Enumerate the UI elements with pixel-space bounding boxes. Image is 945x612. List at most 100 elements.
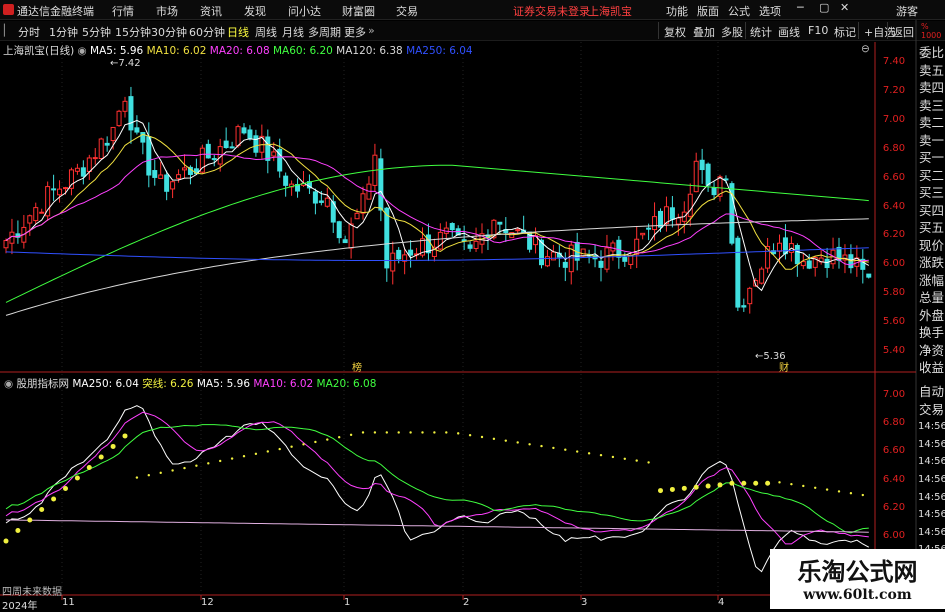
side-label[interactable]: 卖四 xyxy=(918,80,945,96)
breakthrough-dot xyxy=(647,461,650,464)
candle-body xyxy=(658,210,663,228)
candle-body xyxy=(562,261,568,268)
candle-body xyxy=(86,157,92,172)
candle-body xyxy=(384,207,390,269)
side-label[interactable]: 买二 xyxy=(918,168,945,184)
price-chart-canvas[interactable] xyxy=(0,0,945,609)
side-label[interactable]: 涨跌 xyxy=(918,255,945,271)
candle-body xyxy=(628,255,634,265)
breakthrough-dot xyxy=(564,448,567,451)
candle-body xyxy=(63,187,68,190)
side-label[interactable]: 14:56 xyxy=(918,419,945,435)
side-label[interactable]: 外盘 xyxy=(918,308,945,324)
side-label[interactable]: 总量 xyxy=(918,290,945,306)
finance-marker[interactable]: 财 xyxy=(779,359,789,374)
time-label: 3 xyxy=(581,597,588,608)
settings-icon[interactable]: ⊖ xyxy=(861,43,870,55)
sub-ma20-line xyxy=(5,424,869,534)
candle-body xyxy=(283,175,289,186)
side-label[interactable]: 14:56 xyxy=(918,507,945,523)
side-label[interactable]: 卖五 xyxy=(918,63,945,79)
breakthrough-dot xyxy=(492,437,496,441)
side-label[interactable]: 14:56 xyxy=(918,454,945,470)
candle-body xyxy=(699,159,705,171)
candle-body xyxy=(741,305,747,308)
breakthrough-dot xyxy=(421,431,424,434)
side-label[interactable]: 14:56 xyxy=(918,490,945,506)
side-label[interactable]: 净资 xyxy=(918,343,945,359)
side-label[interactable]: 买一 xyxy=(918,150,945,166)
side-label[interactable]: 换手 xyxy=(918,325,945,341)
side-label[interactable]: 现价 xyxy=(918,238,945,254)
breakthrough-dot xyxy=(397,431,400,434)
breakthrough-dot xyxy=(171,469,174,472)
side-label[interactable]: 卖二 xyxy=(918,115,945,131)
side-label[interactable]: 买五 xyxy=(918,220,945,236)
sub-chart-title-row: ◉ 股朋指标网 MA250: 6.04 突线: 6.26 MA5: 5.96 M… xyxy=(4,376,376,391)
chart-tools-icons[interactable]: ⊖ xyxy=(861,43,870,55)
time-label: 4 xyxy=(718,597,725,608)
candle-body xyxy=(199,147,205,173)
high-price-value: 7.42 xyxy=(118,58,141,69)
breakthrough-dot xyxy=(349,433,353,437)
legend-item: MA250: 6.04 xyxy=(406,45,473,57)
side-label[interactable]: 14:56 xyxy=(918,525,945,541)
candle-body xyxy=(449,223,455,231)
candle-body xyxy=(354,212,360,220)
candle-body xyxy=(747,287,753,305)
candle-body xyxy=(74,167,80,172)
candle-body xyxy=(598,260,604,268)
breakthrough-dot xyxy=(373,431,377,434)
collapse-icon[interactable]: ◉ xyxy=(78,45,91,57)
breakthrough-dot xyxy=(576,450,579,453)
sub-legend: MA250: 6.04 突线: 6.26 MA5: 5.96 MA10: 6.0… xyxy=(72,378,376,390)
breakthrough-dot xyxy=(528,443,531,446)
price-tick: 6.20 xyxy=(882,229,906,241)
breakthrough-dot xyxy=(207,462,210,465)
breakthrough-dot xyxy=(802,484,805,488)
candle-body xyxy=(640,232,646,236)
side-label[interactable]: 涨幅 xyxy=(918,273,945,289)
side-label[interactable]: 14:56 xyxy=(918,437,945,453)
candle-body xyxy=(152,170,158,178)
legend-item: MA120: 6.38 xyxy=(336,45,407,57)
candle-body xyxy=(777,242,782,252)
breakthrough-dot xyxy=(516,441,519,444)
breakthrough-dot xyxy=(314,440,317,444)
candle-body xyxy=(622,256,628,262)
side-label[interactable]: 交易 xyxy=(918,402,945,418)
side-label[interactable]: 买三 xyxy=(918,185,945,201)
indicator-icon[interactable]: ◉ xyxy=(4,378,17,390)
watermark-url: www.60lt.com xyxy=(803,587,912,603)
time-label: 12 xyxy=(201,597,214,608)
sub-baseline xyxy=(5,519,869,533)
breakthrough-dot xyxy=(290,445,293,448)
side-label[interactable]: 收益 xyxy=(918,360,945,376)
candle-body xyxy=(348,223,354,249)
breakthrough-dot xyxy=(669,486,675,492)
side-label[interactable]: 卖一 xyxy=(918,133,945,149)
breakthrough-dot xyxy=(433,431,436,434)
breakthrough-dot xyxy=(658,488,663,494)
side-label[interactable]: 14:56 xyxy=(918,472,945,488)
side-label[interactable]: 买四 xyxy=(918,203,945,219)
candle-body xyxy=(806,260,812,269)
candle-body xyxy=(223,140,229,149)
breakthrough-dot xyxy=(15,528,21,534)
breakthrough-dot xyxy=(837,490,841,493)
price-tick: 6.60 xyxy=(882,171,906,183)
time-label: 11 xyxy=(62,597,75,608)
candle-body xyxy=(794,244,800,265)
side-label[interactable]: 委比 xyxy=(918,45,945,61)
breakthrough-dot xyxy=(361,431,365,434)
legend-item: MA10: 6.02 xyxy=(253,378,317,390)
billboard-marker[interactable]: 榜 xyxy=(352,359,362,374)
breakthrough-dot xyxy=(3,538,9,544)
breakthrough-dot xyxy=(51,496,57,502)
breakthrough-dot xyxy=(480,435,484,439)
side-label[interactable]: 自动 xyxy=(918,384,945,400)
side-label[interactable]: 卖三 xyxy=(918,98,945,114)
candle-body xyxy=(705,163,711,186)
price-tick: 6.00 xyxy=(882,258,906,270)
candle-body xyxy=(80,167,86,177)
